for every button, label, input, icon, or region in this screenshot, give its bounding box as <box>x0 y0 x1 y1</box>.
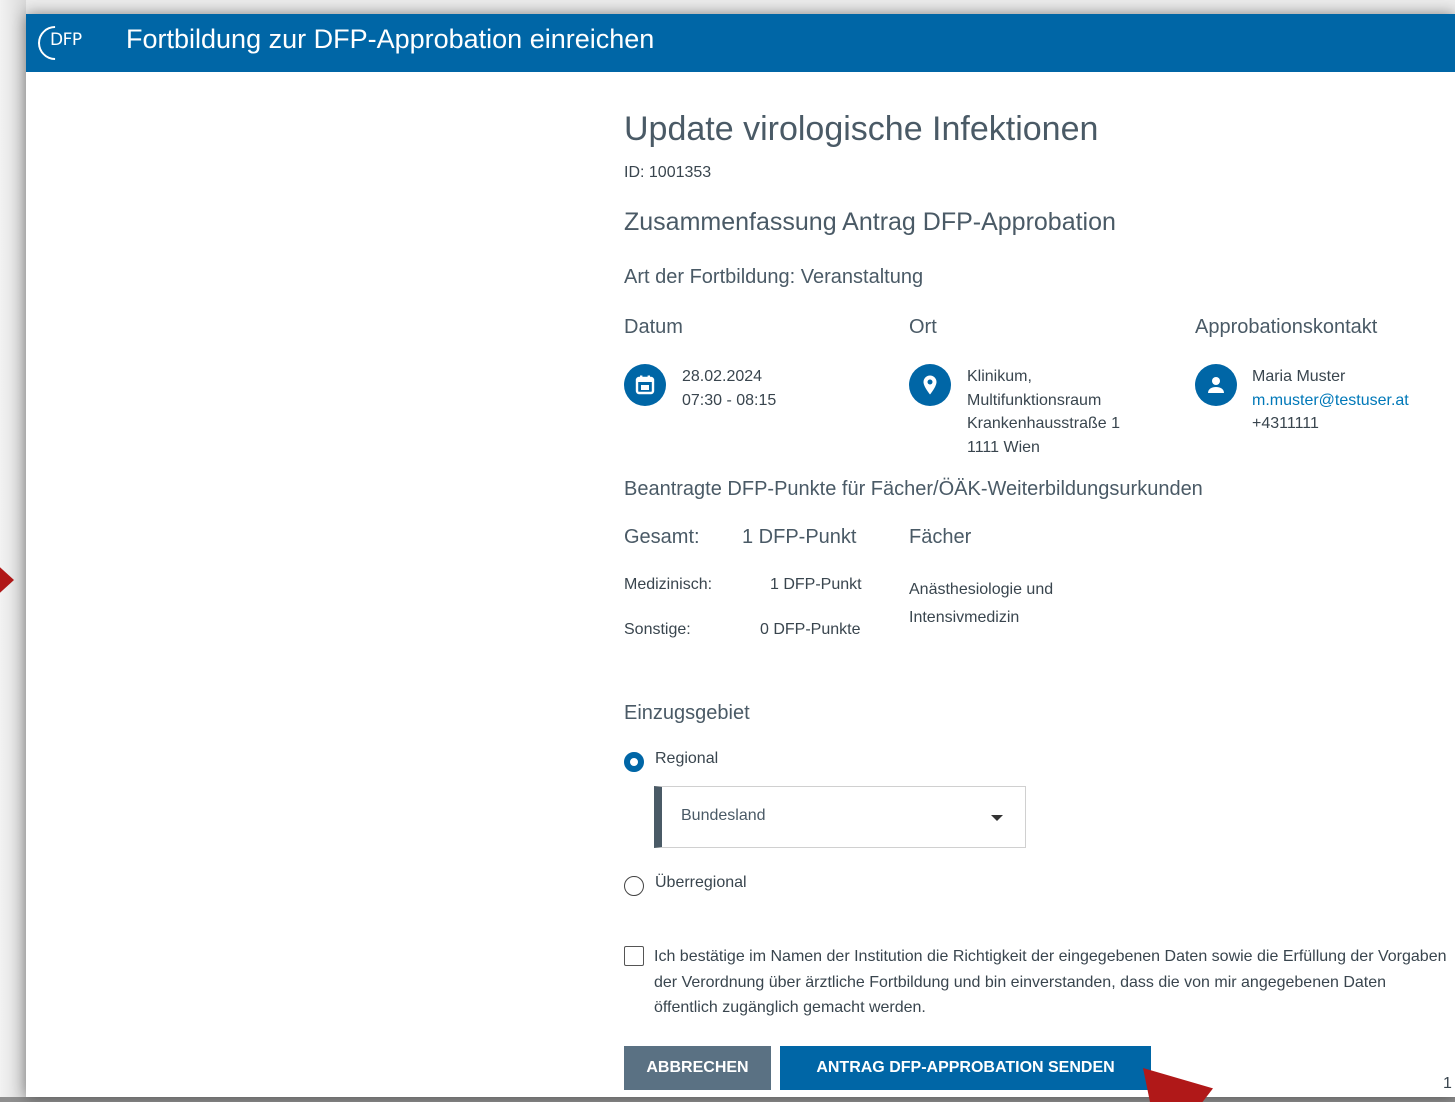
points-heading: Beantragte DFP-Punkte für Fächer/ÖÄK-Wei… <box>624 478 1203 500</box>
location-line-1: Klinikum, <box>967 368 1032 385</box>
confirm-text: Ich bestätige im Namen der Institution d… <box>654 948 1447 1016</box>
state-select[interactable]: Bundesland <box>654 786 1026 848</box>
training-type: Art der Fortbildung: Veranstaltung <box>624 266 924 288</box>
radio-regional-label[interactable]: Regional <box>655 750 718 768</box>
subject-line-1: Anästhesiologie und <box>909 581 1054 598</box>
header-bar: DFP Fortbildung zur DFP-Approbation einr… <box>26 14 1455 72</box>
summary-heading: Zusammenfassung Antrag DFP-Approbation <box>624 208 1116 236</box>
date-value: 28.02.2024 <box>682 368 763 385</box>
contact-info: Maria Muster m.muster@testuser.at +43111… <box>1252 365 1409 436</box>
person-icon <box>1195 364 1237 406</box>
total-value: 1 DFP-Punkt <box>742 526 857 548</box>
location-pin-icon <box>909 364 951 406</box>
backdrop-top <box>0 0 1455 14</box>
subject-list: Anästhesiologie und Intensivmedizin <box>909 576 1053 632</box>
page-title: Fortbildung zur DFP-Approbation einreich… <box>126 24 655 54</box>
subject-line-2: Intensivmedizin <box>909 609 1020 626</box>
location-heading: Ort <box>909 316 937 338</box>
dialog-window: DFP Fortbildung zur DFP-Approbation einr… <box>26 14 1455 1097</box>
time-value: 07:30 - 08:15 <box>682 391 777 409</box>
location-line-2: Multifunktionsraum <box>967 391 1102 409</box>
contact-phone: +4311111 <box>1252 415 1319 432</box>
other-label: Sonstige: <box>624 621 691 638</box>
radio-supraregional[interactable] <box>624 876 644 896</box>
date-info: 28.02.2024 07:30 - 08:15 <box>682 365 776 412</box>
calendar-icon <box>624 364 666 406</box>
backdrop-left <box>0 0 26 1097</box>
location-line-3: Krankenhausstraße 1 <box>967 415 1120 432</box>
course-title: Update virologische Infektionen <box>624 110 1099 148</box>
annotation-arrow-left <box>0 560 14 600</box>
other-value: 0 DFP-Punkte <box>760 621 861 638</box>
chevron-down-icon <box>991 815 1003 821</box>
logo-text: DFP <box>50 30 82 50</box>
total-label: Gesamt: <box>624 526 700 548</box>
subjects-heading: Fächer <box>909 526 972 548</box>
radio-supraregional-label[interactable]: Überregional <box>655 874 747 892</box>
dfp-logo: DFP <box>30 18 118 68</box>
location-info: Klinikum, Multifunktionsraum Krankenhaus… <box>967 365 1120 459</box>
contact-heading: Approbationskontakt <box>1195 316 1378 338</box>
radio-regional[interactable] <box>624 752 644 772</box>
confirm-checkbox[interactable] <box>624 946 644 966</box>
contact-email-link[interactable]: m.muster@testuser.at <box>1252 389 1409 413</box>
medical-value: 1 DFP-Punkt <box>770 576 862 593</box>
submit-button[interactable]: ANTRAG DFP-APPROBATION SENDEN <box>780 1046 1151 1090</box>
location-line-4: 1111 Wien <box>967 438 1040 456</box>
region-heading: Einzugsgebiet <box>624 702 750 724</box>
state-select-value: Bundesland <box>681 807 766 824</box>
course-id: ID: 1001353 <box>624 164 712 181</box>
medical-label: Medizinisch: <box>624 576 713 593</box>
contact-name: Maria Muster <box>1252 368 1346 385</box>
cancel-button[interactable]: ABBRECHEN <box>624 1046 771 1090</box>
corner-page-number: 1 <box>1443 1075 1452 1092</box>
date-heading: Datum <box>624 316 683 338</box>
